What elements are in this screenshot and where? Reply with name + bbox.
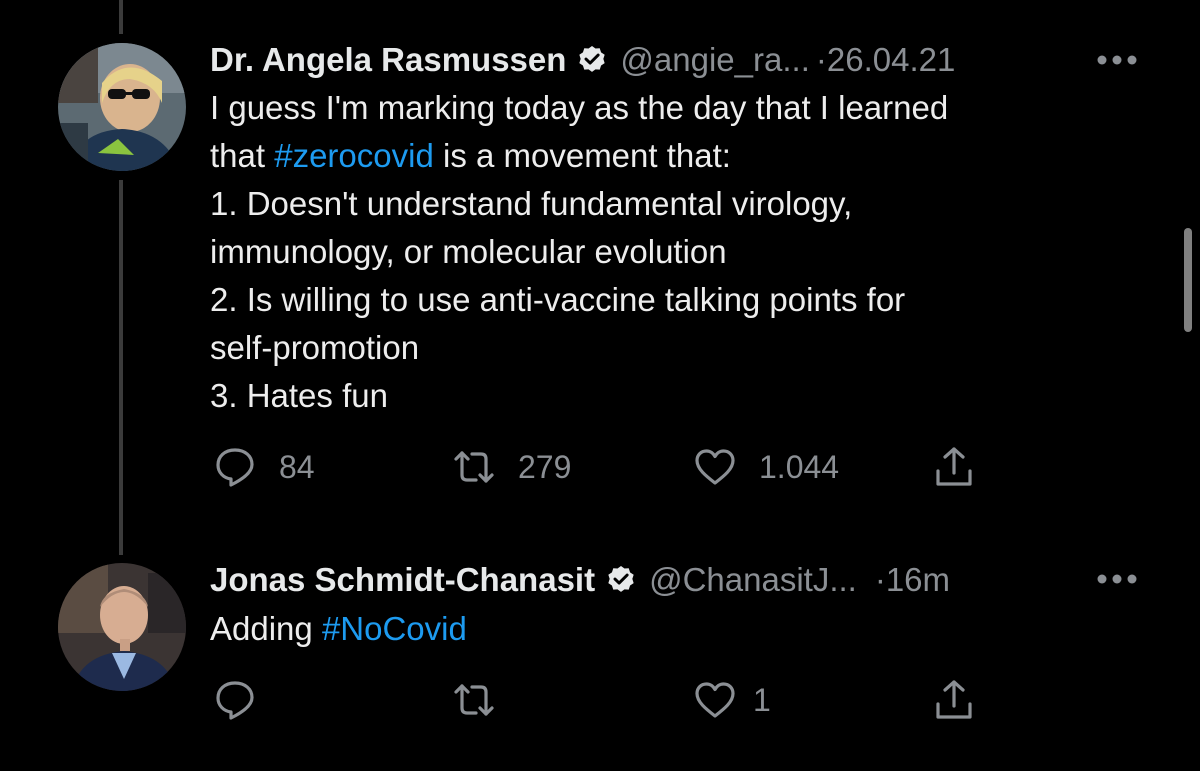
verified-badge-icon — [605, 564, 637, 596]
avatar[interactable] — [58, 43, 186, 171]
tweet-text-segment: Adding — [210, 610, 322, 647]
share-icon — [932, 445, 976, 489]
avatar-image-2 — [58, 563, 186, 691]
author-handle[interactable]: @ChanasitJ... — [649, 561, 857, 599]
thread-line-connector — [119, 180, 123, 555]
tweet-text-line: immunology, or molecular evolution — [210, 233, 727, 270]
separator-dot: · — [874, 561, 886, 598]
tweet-text-line: 3. Hates fun — [210, 377, 388, 414]
tweet-text: Adding #NoCovid — [210, 605, 1170, 653]
tweet-text-segment: that — [210, 137, 275, 174]
retweet-button[interactable]: 279 — [452, 445, 571, 489]
like-button[interactable]: 1 — [693, 678, 771, 722]
author-handle[interactable]: @angie_ra... — [620, 41, 809, 79]
author-name[interactable]: Dr. Angela Rasmussen — [210, 41, 566, 79]
retweet-icon — [452, 445, 496, 489]
retweet-count: 279 — [518, 448, 572, 485]
tweet-text: I guess I'm marking today as the day tha… — [210, 84, 1170, 420]
tweet-header: Dr. Angela Rasmussen @angie_ra... · 26.0… — [210, 40, 955, 80]
like-count: 1 — [753, 681, 771, 718]
reply-button[interactable] — [213, 678, 279, 722]
heart-icon — [693, 445, 737, 489]
reply-icon — [213, 445, 257, 489]
like-button[interactable]: 1.044 — [693, 445, 839, 489]
tweet-text-line: that #zerocovid is a movement that: — [210, 132, 1170, 180]
retweet-button[interactable] — [452, 678, 518, 722]
hashtag-link[interactable]: #NoCovid — [322, 610, 467, 647]
timestamp[interactable]: 16m — [886, 561, 950, 599]
reply-button[interactable]: 84 — [213, 445, 315, 489]
tweet-text-line: Adding #NoCovid — [210, 605, 1170, 653]
tweet-text-segment: is a movement that: — [433, 137, 731, 174]
more-options-icon[interactable] — [1095, 572, 1139, 586]
separator-dot: · — [815, 41, 827, 78]
share-button[interactable] — [932, 678, 976, 722]
tweet-text-line: I guess I'm marking today as the day tha… — [210, 89, 949, 126]
tweet-header: Jonas Schmidt-Chanasit @ChanasitJ... · 1… — [210, 560, 950, 600]
share-button[interactable] — [932, 445, 976, 489]
hashtag-link[interactable]: #zerocovid — [274, 137, 434, 174]
verified-badge-icon — [576, 44, 608, 76]
retweet-icon — [452, 678, 496, 722]
timestamp[interactable]: 26.04.21 — [827, 41, 955, 79]
reply-icon — [213, 678, 257, 722]
heart-icon — [693, 678, 737, 722]
reply-count: 84 — [279, 448, 315, 485]
more-options-icon[interactable] — [1095, 53, 1139, 67]
author-name[interactable]: Jonas Schmidt-Chanasit — [210, 561, 595, 599]
tweet-text-line: 2. Is willing to use anti-vaccine talkin… — [210, 281, 906, 318]
tweet-text-line: self-promotion — [210, 329, 420, 366]
avatar-image-1 — [58, 43, 186, 171]
avatar[interactable] — [58, 563, 186, 691]
scrollbar[interactable] — [1184, 228, 1192, 332]
like-count: 1.044 — [759, 448, 840, 485]
share-icon — [932, 678, 976, 722]
tweet-text-line: 1. Doesn't understand fundamental virolo… — [210, 185, 853, 222]
thread-line-top — [119, 0, 123, 34]
